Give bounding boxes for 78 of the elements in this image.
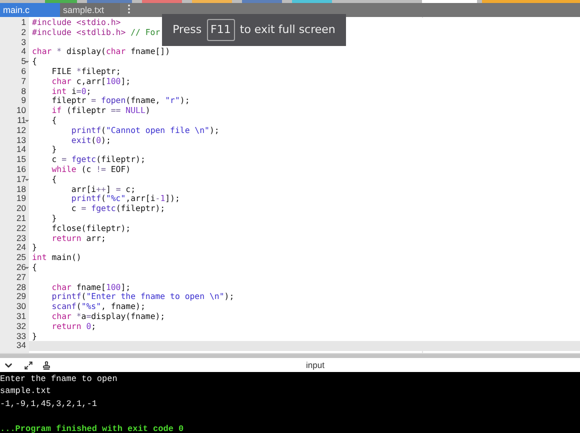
code-line: if (fileptr == NULL)	[50, 106, 150, 116]
f11-key: F11	[206, 18, 235, 42]
line-number: 34	[16, 341, 26, 352]
line-number: 20	[16, 204, 26, 214]
code-line: while (c != EOF)	[50, 164, 131, 175]
tab-menu-button[interactable]: ⋮	[120, 3, 138, 17]
code-line: return arr;	[50, 234, 106, 244]
console-line: sample.txt	[0, 385, 52, 398]
line-number: 24	[16, 243, 26, 254]
code-line: FILE *fileptr;	[50, 66, 121, 77]
line-number: 33	[16, 332, 26, 342]
console-title: input	[306, 358, 324, 372]
line-number: 15	[16, 155, 26, 165]
line-number: 19	[16, 194, 26, 204]
code-line: }	[31, 243, 37, 254]
code-line: {	[50, 116, 57, 126]
line-number: 3	[21, 38, 26, 48]
line-number: 21	[16, 214, 26, 224]
line-number: 30	[16, 302, 26, 312]
line-number: 32	[16, 322, 26, 332]
code-line: char * display(char fname[])	[31, 47, 170, 58]
code-line: printf("Cannot open file \n");	[70, 126, 220, 136]
code-line: int main()	[31, 253, 82, 263]
code-line: {	[50, 174, 57, 185]
code-line: arr[i++] = c;	[70, 184, 136, 194]
notice-text: to exit full screen	[240, 22, 336, 38]
line-number: 13	[16, 136, 26, 146]
code-line: exit(0);	[70, 136, 111, 146]
code-line: return 0;	[50, 322, 96, 332]
code-line: fclose(fileptr);	[50, 224, 131, 234]
console-line: Enter the fname to open	[0, 373, 118, 386]
code-line: #include <stdio.h>	[31, 18, 121, 28]
line-number: 17	[16, 174, 26, 185]
line-number: 14	[16, 145, 26, 156]
console-line: -1,-9,1,45,3,2,1,-1	[0, 398, 98, 410]
line-number: 23	[16, 234, 26, 244]
code-line: {	[31, 262, 37, 273]
code-line: }	[50, 145, 57, 156]
line-number: 10	[16, 106, 26, 116]
line-number: 5	[21, 57, 26, 67]
file-tab[interactable]: main.c	[0, 3, 60, 17]
code-line: char fname[100];	[50, 282, 131, 292]
line-number: 12	[16, 126, 26, 136]
line-number: 2	[21, 28, 26, 38]
line-number: 26	[16, 262, 26, 273]
code-line: printf("%c",arr[i-1]);	[70, 194, 180, 204]
line-number: 4	[21, 47, 26, 58]
line-number: 11	[17, 116, 26, 126]
code-line: char *a=display(fname);	[50, 312, 166, 322]
line-number: 22	[16, 224, 26, 234]
line-number: 16	[16, 164, 26, 175]
expand-icon[interactable]	[24, 360, 33, 370]
notice-text: Press	[172, 22, 202, 38]
code-line: c = fgetc(fileptr);	[70, 204, 166, 214]
line-number: 8	[21, 86, 26, 96]
code-line: int i=0;	[50, 86, 92, 96]
line-number: 9	[21, 96, 26, 106]
code-line: }	[50, 214, 57, 224]
console-line: ...Program finished with exit code 0	[0, 422, 185, 433]
code-line: }	[31, 332, 37, 342]
line-number: 28	[16, 282, 26, 292]
line-number: 6	[21, 66, 26, 77]
code-line: fileptr = fopen(fname, "r");	[50, 96, 190, 106]
code-line: {	[31, 57, 37, 67]
stamp-icon[interactable]	[42, 360, 51, 370]
code-line: c = fgetc(fileptr);	[50, 155, 146, 165]
code-line: scanf("%s", fname);	[50, 302, 146, 312]
code-line: printf("Enter the fname to open \n");	[50, 292, 234, 302]
line-number: 27	[16, 272, 26, 283]
line-number: 31	[16, 312, 26, 322]
code-line: char c,arr[100];	[50, 76, 131, 87]
line-number: 1	[21, 18, 26, 28]
line-number: 29	[16, 292, 26, 302]
line-number: 7	[21, 76, 26, 87]
file-tab[interactable]: sample.txt	[60, 3, 120, 17]
line-number: 25	[16, 253, 26, 263]
code-line: #include <stdlib.h> // For	[31, 28, 160, 38]
line-number: 18	[16, 184, 26, 194]
